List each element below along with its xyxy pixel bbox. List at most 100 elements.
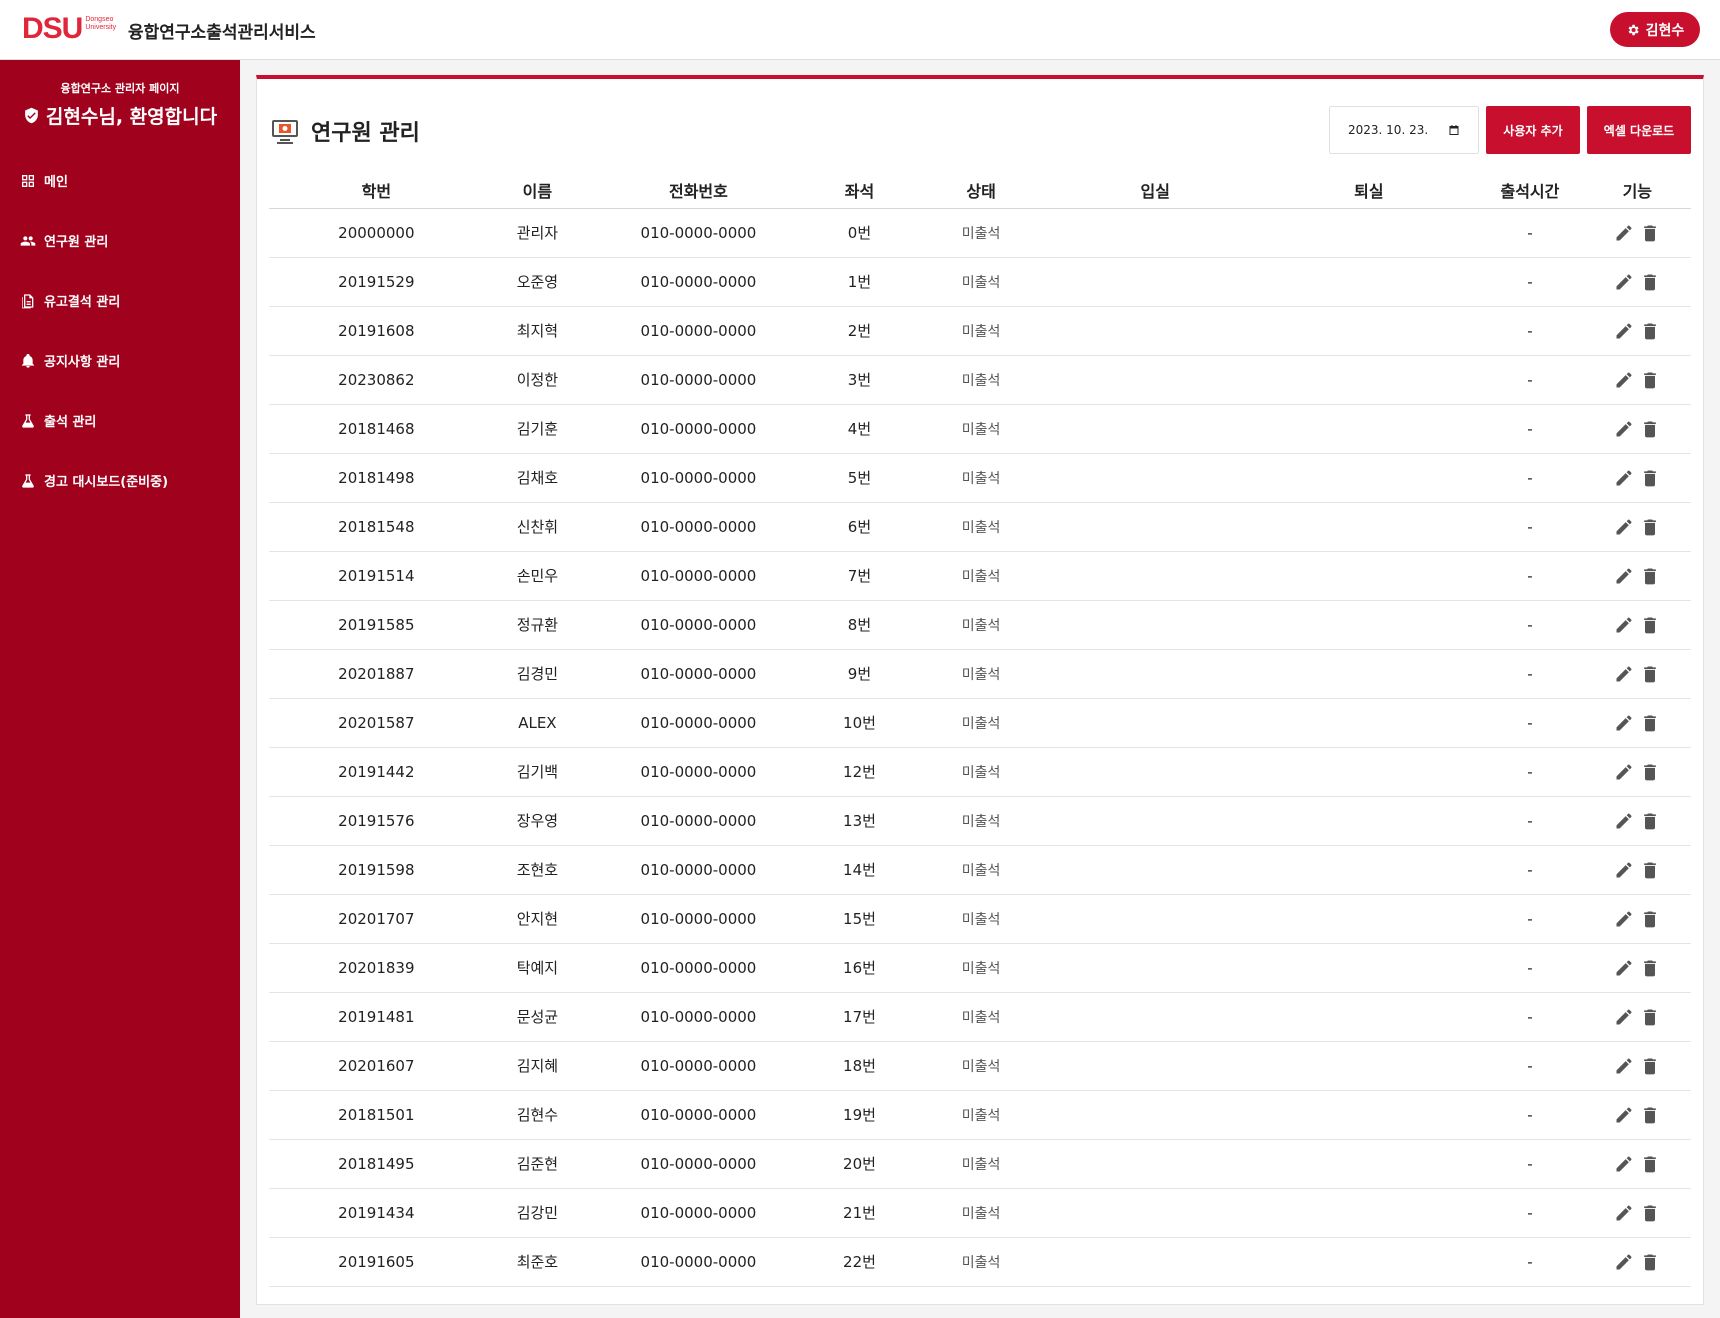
dsu-logo[interactable]: DSU Dongseo University xyxy=(22,14,116,44)
edit-icon[interactable] xyxy=(1614,1056,1634,1076)
delete-icon[interactable] xyxy=(1640,615,1660,635)
delete-icon[interactable] xyxy=(1640,272,1660,292)
edit-icon[interactable] xyxy=(1614,566,1634,586)
delete-icon[interactable] xyxy=(1640,811,1660,831)
user-menu-button[interactable]: 김현수 xyxy=(1610,12,1700,47)
student-id-cell: 20191598 xyxy=(269,845,484,895)
edit-icon[interactable] xyxy=(1614,1007,1634,1027)
edit-icon[interactable] xyxy=(1614,615,1634,635)
delete-icon[interactable] xyxy=(1640,419,1660,439)
edit-icon[interactable] xyxy=(1614,419,1634,439)
column-header[interactable]: 좌석 xyxy=(805,172,914,209)
delete-icon[interactable] xyxy=(1640,1056,1660,1076)
delete-icon[interactable] xyxy=(1640,860,1660,880)
actions-cell xyxy=(1583,845,1691,895)
actions-cell xyxy=(1583,502,1691,552)
edit-icon[interactable] xyxy=(1614,860,1634,880)
column-header[interactable]: 입실 xyxy=(1049,172,1262,209)
table-row: 20191442 김기백 010-0000-0000 12번 미출석 - xyxy=(269,747,1691,797)
edit-icon[interactable] xyxy=(1614,1252,1634,1272)
checkout-cell xyxy=(1261,649,1477,699)
checkin-cell xyxy=(1049,551,1262,601)
actions-cell xyxy=(1583,894,1691,944)
sidebar-item-researchers[interactable]: 연구원 관리 xyxy=(20,231,108,250)
seat-cell: 19번 xyxy=(805,1090,914,1140)
delete-icon[interactable] xyxy=(1640,370,1660,390)
phone-cell: 010-0000-0000 xyxy=(591,649,806,699)
attendance-time-cell: - xyxy=(1476,502,1584,552)
edit-icon[interactable] xyxy=(1614,517,1634,537)
delete-icon[interactable] xyxy=(1640,517,1660,537)
column-header[interactable]: 퇴실 xyxy=(1261,172,1477,209)
column-header[interactable]: 학번 xyxy=(269,172,484,209)
delete-icon[interactable] xyxy=(1640,909,1660,929)
student-id-cell: 20191481 xyxy=(269,992,484,1042)
delete-icon[interactable] xyxy=(1640,1252,1660,1272)
attendance-time-cell: - xyxy=(1476,355,1584,405)
sidebar-item-main[interactable]: 메인 xyxy=(20,171,68,190)
delete-icon[interactable] xyxy=(1640,713,1660,733)
row-actions xyxy=(1584,713,1691,733)
delete-icon[interactable] xyxy=(1640,468,1660,488)
edit-icon[interactable] xyxy=(1614,713,1634,733)
status-cell: 미출석 xyxy=(913,796,1049,846)
sidebar-item-warning-dashboard[interactable]: 경고 대시보드(준비중) xyxy=(20,471,168,490)
column-header[interactable]: 기능 xyxy=(1583,172,1691,209)
sidebar-item-excused-absence[interactable]: 유고결석 관리 xyxy=(20,291,120,310)
name-cell: 관리자 xyxy=(483,208,592,258)
edit-icon[interactable] xyxy=(1614,762,1634,782)
status-cell: 미출석 xyxy=(913,306,1049,356)
grid-icon xyxy=(22,174,34,187)
column-header[interactable]: 전화번호 xyxy=(591,172,806,209)
page-title: 연구원 관리 xyxy=(271,115,420,147)
edit-icon[interactable] xyxy=(1614,1203,1634,1223)
page-title-text: 연구원 관리 xyxy=(311,121,420,146)
column-header[interactable]: 상태 xyxy=(913,172,1049,209)
edit-icon[interactable] xyxy=(1614,1154,1634,1174)
checkout-cell xyxy=(1261,551,1477,601)
actions-cell xyxy=(1583,1237,1691,1287)
edit-icon[interactable] xyxy=(1614,909,1634,929)
date-picker[interactable]: 2023. 10. 23. xyxy=(1329,106,1479,154)
checkout-cell xyxy=(1261,747,1477,797)
checkout-cell xyxy=(1261,992,1477,1042)
delete-icon[interactable] xyxy=(1640,223,1660,243)
top-header: DSU Dongseo University 융합연구소출석관리서비스 김현수 xyxy=(0,0,1720,60)
actions-cell xyxy=(1583,698,1691,748)
delete-icon[interactable] xyxy=(1640,321,1660,341)
edit-icon[interactable] xyxy=(1614,1105,1634,1125)
edit-icon[interactable] xyxy=(1614,370,1634,390)
student-id-cell: 20181548 xyxy=(269,502,484,552)
seat-cell: 22번 xyxy=(805,1237,914,1287)
edit-icon[interactable] xyxy=(1614,272,1634,292)
add-user-button[interactable]: 사용자 추가 xyxy=(1486,106,1580,154)
delete-icon[interactable] xyxy=(1640,958,1660,978)
sidebar-item-attendance[interactable]: 출석 관리 xyxy=(20,411,96,430)
status-cell: 미출석 xyxy=(913,698,1049,748)
row-actions xyxy=(1584,272,1691,292)
excel-download-button[interactable]: 엑셀 다운로드 xyxy=(1587,106,1691,154)
column-header[interactable]: 이름 xyxy=(483,172,592,209)
delete-icon[interactable] xyxy=(1640,664,1660,684)
edit-icon[interactable] xyxy=(1614,223,1634,243)
edit-icon[interactable] xyxy=(1614,811,1634,831)
edit-icon[interactable] xyxy=(1614,664,1634,684)
seat-cell: 7번 xyxy=(805,551,914,601)
row-actions xyxy=(1584,517,1691,537)
edit-icon[interactable] xyxy=(1614,468,1634,488)
delete-icon[interactable] xyxy=(1640,1203,1660,1223)
table-row: 20201607 김지혜 010-0000-0000 18번 미출석 - xyxy=(269,1041,1691,1091)
edit-icon[interactable] xyxy=(1614,958,1634,978)
status-cell: 미출석 xyxy=(913,551,1049,601)
column-header[interactable]: 출석시간 xyxy=(1476,172,1584,209)
delete-icon[interactable] xyxy=(1640,1105,1660,1125)
delete-icon[interactable] xyxy=(1640,566,1660,586)
status-cell: 미출석 xyxy=(913,649,1049,699)
logo-sub-line-2: University xyxy=(85,24,117,31)
delete-icon[interactable] xyxy=(1640,1007,1660,1027)
delete-icon[interactable] xyxy=(1640,762,1660,782)
edit-icon[interactable] xyxy=(1614,321,1634,341)
actions-cell xyxy=(1583,257,1691,307)
sidebar-item-notices[interactable]: 공지사항 관리 xyxy=(20,351,120,370)
delete-icon[interactable] xyxy=(1640,1154,1660,1174)
